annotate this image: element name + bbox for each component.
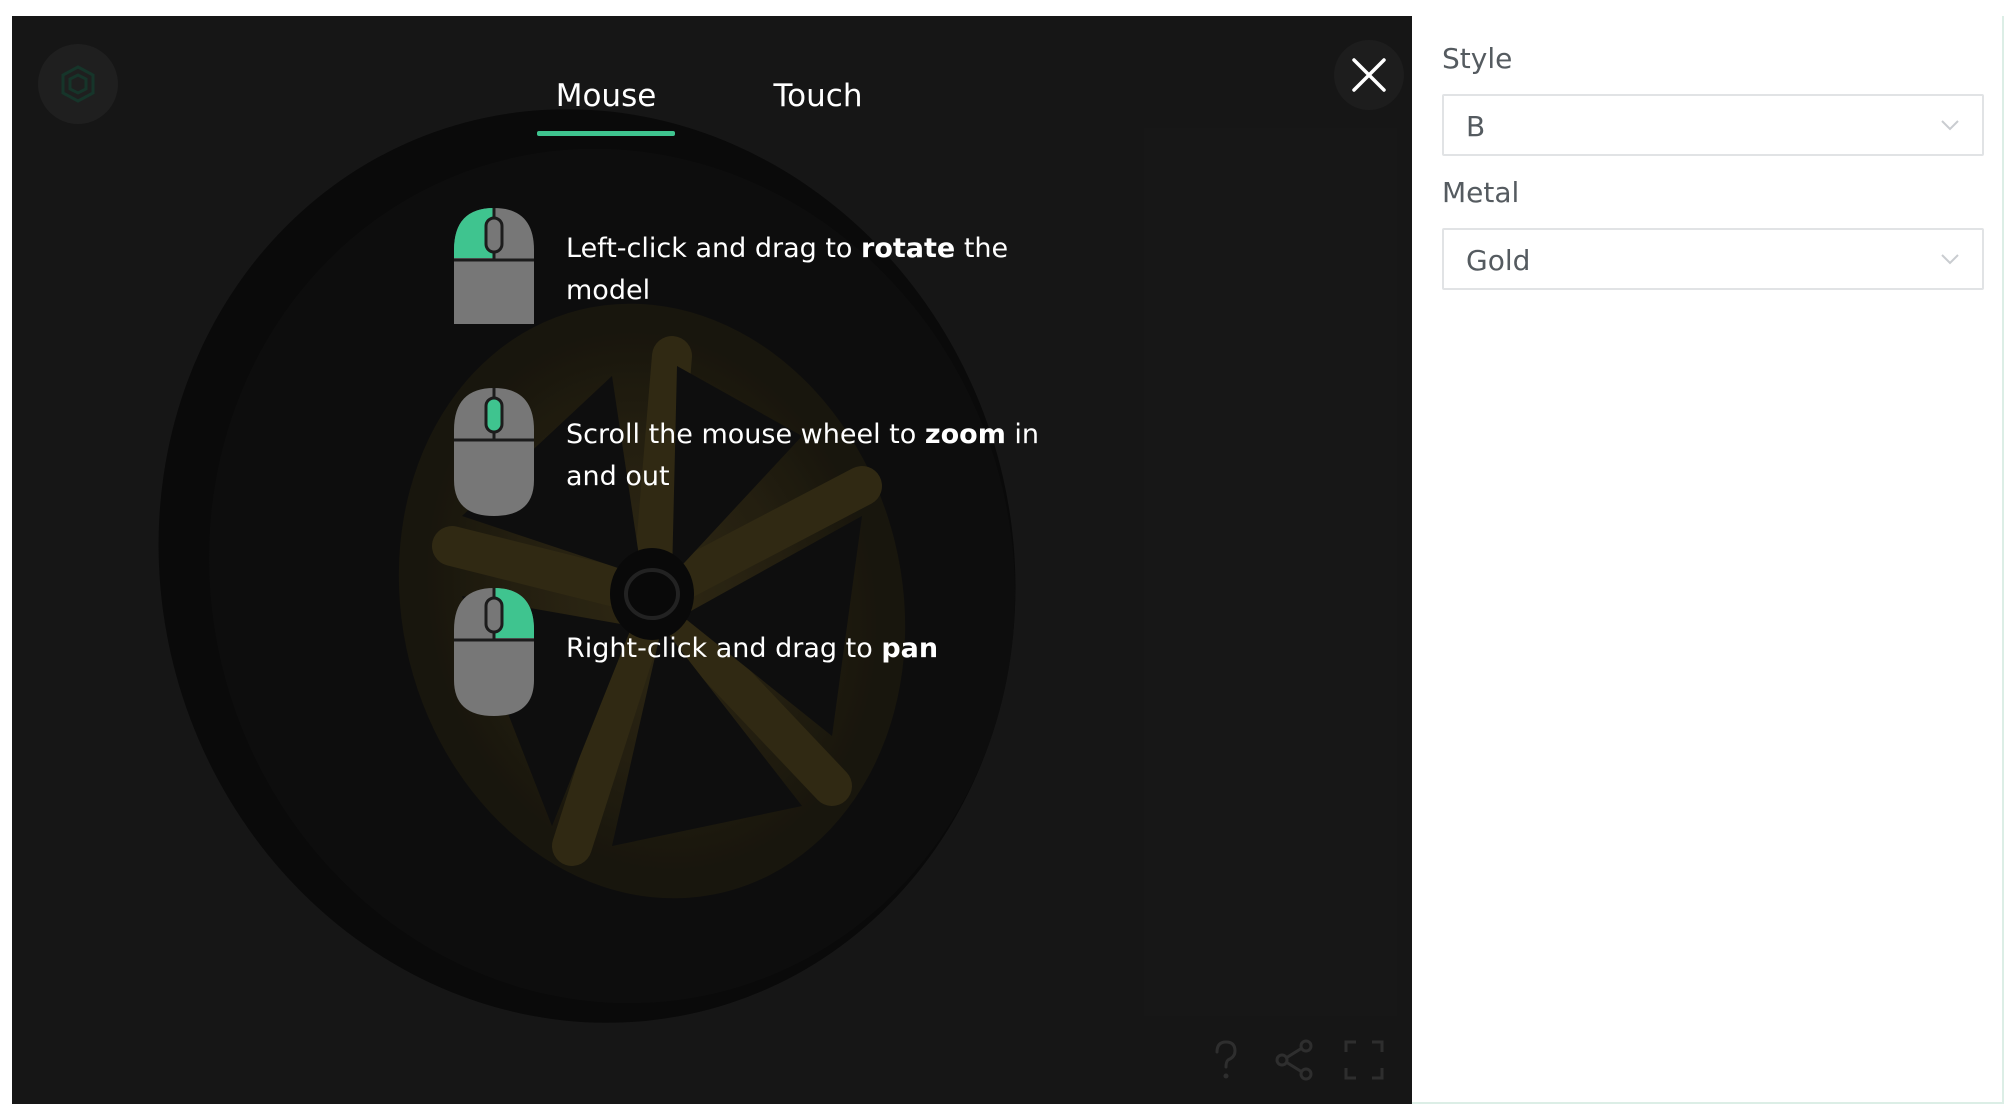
- help-button[interactable]: [1202, 1036, 1250, 1084]
- logo: [38, 44, 118, 124]
- style-select-value: B: [1466, 110, 1486, 143]
- chevron-down-icon: [1941, 120, 1959, 131]
- share-icon: [1275, 1039, 1313, 1081]
- fullscreen-icon: [1344, 1040, 1384, 1080]
- logo-icon: [61, 65, 95, 103]
- close-icon: [1352, 58, 1386, 92]
- help-icon: [1215, 1040, 1237, 1079]
- close-button[interactable]: [1334, 40, 1404, 110]
- mouse-left-click-icon: [454, 208, 534, 324]
- hint-rotate-text: Left-click and drag to rotate the model: [566, 233, 1009, 306]
- metal-label: Metal: [1442, 176, 1520, 209]
- style-select[interactable]: B: [1442, 94, 1984, 156]
- hint-zoom-text: Scroll the mouse wheel to zoom in and ou…: [566, 419, 1040, 492]
- metal-select[interactable]: Gold: [1442, 228, 1984, 290]
- 3d-viewer[interactable]: Mouse Touch Left-click and drag to rotat…: [12, 16, 1412, 1104]
- tab-mouse[interactable]: Mouse: [537, 56, 675, 136]
- hint-pan-text: Right-click and drag to pan: [566, 633, 939, 664]
- mouse-right-click-icon: [454, 588, 534, 716]
- share-button[interactable]: [1270, 1036, 1318, 1084]
- options-panel: Style B Metal Gold: [1412, 16, 2002, 1102]
- style-label: Style: [1442, 42, 1513, 75]
- metal-select-value: Gold: [1466, 244, 1531, 277]
- mouse-scroll-wheel-icon: [454, 388, 534, 516]
- fullscreen-button[interactable]: [1340, 1036, 1388, 1084]
- wheel-model: [158, 109, 1016, 1023]
- tab-touch[interactable]: Touch: [749, 56, 887, 136]
- chevron-down-icon: [1941, 254, 1959, 265]
